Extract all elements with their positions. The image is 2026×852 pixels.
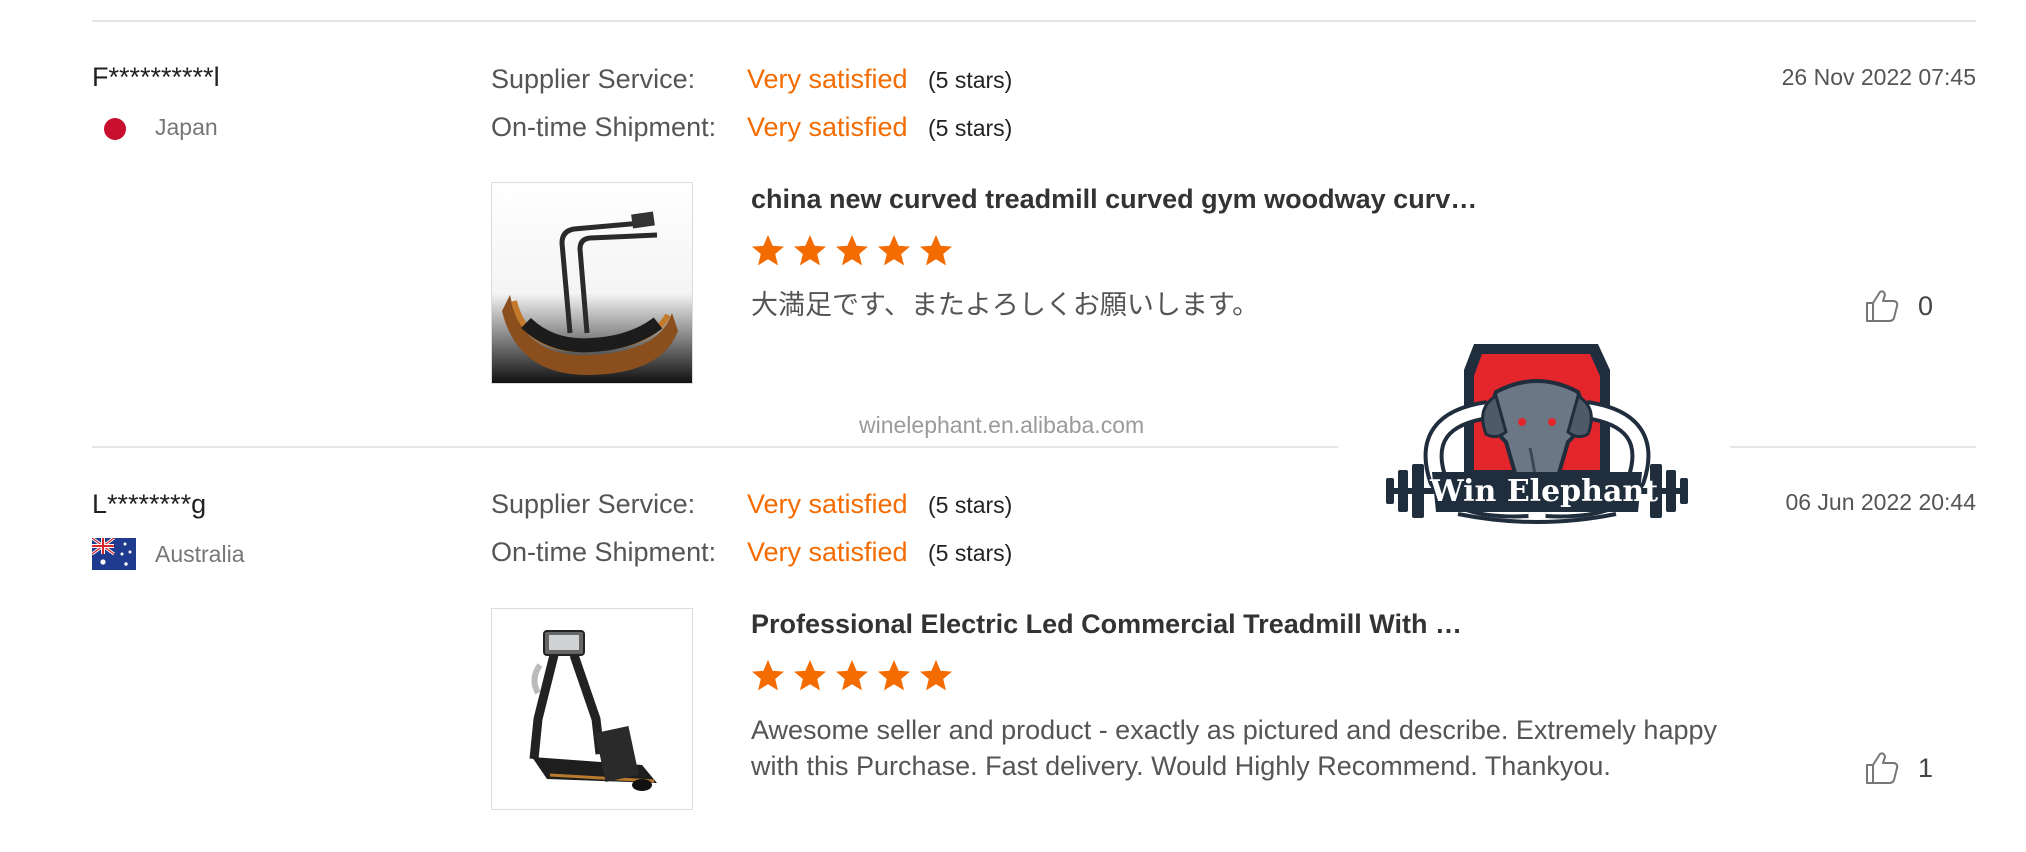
product-image[interactable]	[491, 182, 693, 384]
shipment-value: Very satisfied	[747, 112, 908, 142]
product-image[interactable]	[491, 608, 693, 810]
star-icon	[836, 235, 868, 266]
star-icon	[752, 660, 784, 691]
star-icon	[794, 235, 826, 266]
shipment-stars: (5 stars)	[928, 115, 1013, 141]
product-rating	[751, 234, 953, 268]
thumbs-up-icon	[1866, 290, 1899, 322]
supplier-service-stars: (5 stars)	[928, 67, 1013, 93]
review-text: Awesome seller and product - exactly as …	[751, 715, 1717, 781]
reviewer-name: L********g	[92, 489, 207, 519]
like-count: 1	[1918, 752, 1934, 783]
reviewer-country: Australia	[155, 541, 245, 567]
star-icon	[794, 660, 826, 691]
thumbs-up-icon	[1866, 752, 1899, 784]
win-elephant-logo: Win Elephant	[1378, 330, 1696, 558]
like-button[interactable]: 0	[1864, 288, 1933, 324]
star-icon	[752, 235, 784, 266]
product-title[interactable]: Professional Electric Led Commercial Tre…	[751, 609, 1462, 640]
review-text: 大満足です、またよろしくお願いします。	[751, 290, 1260, 320]
logo-text: Win Elephant	[1430, 474, 1659, 509]
shipment-stars: (5 stars)	[928, 540, 1013, 566]
star-icon	[920, 660, 952, 691]
supplier-service-value: Very satisfied	[747, 489, 908, 519]
review-date: 26 Nov 2022 07:45	[1781, 64, 1976, 90]
shipment-label: On-time Shipment:	[491, 537, 717, 567]
star-icon	[878, 235, 910, 266]
watermark-url: winelephant.en.alibaba.com	[859, 412, 1145, 438]
review-date: 06 Jun 2022 20:44	[1785, 489, 1976, 515]
product-rating	[751, 659, 953, 693]
supplier-service-stars: (5 stars)	[928, 492, 1013, 518]
reviewer-country: Japan	[155, 114, 218, 140]
australia-flag-icon	[92, 538, 136, 570]
row-divider-right	[1730, 446, 1976, 448]
product-title[interactable]: china new curved treadmill curved gym wo…	[751, 184, 1477, 215]
row-divider	[92, 446, 1338, 448]
top-divider	[92, 20, 1976, 22]
supplier-service-value: Very satisfied	[747, 64, 908, 94]
star-icon	[920, 235, 952, 266]
supplier-service-label: Supplier Service:	[491, 489, 696, 519]
star-icon	[878, 660, 910, 691]
like-button[interactable]: 1	[1864, 750, 1933, 786]
star-icon	[836, 660, 868, 691]
shipment-value: Very satisfied	[747, 537, 908, 567]
like-count: 0	[1918, 290, 1934, 321]
shipment-label: On-time Shipment:	[491, 112, 717, 142]
reviewer-name: F**********l	[92, 62, 220, 92]
japan-flag-icon	[104, 118, 126, 140]
supplier-service-label: Supplier Service:	[491, 64, 696, 94]
